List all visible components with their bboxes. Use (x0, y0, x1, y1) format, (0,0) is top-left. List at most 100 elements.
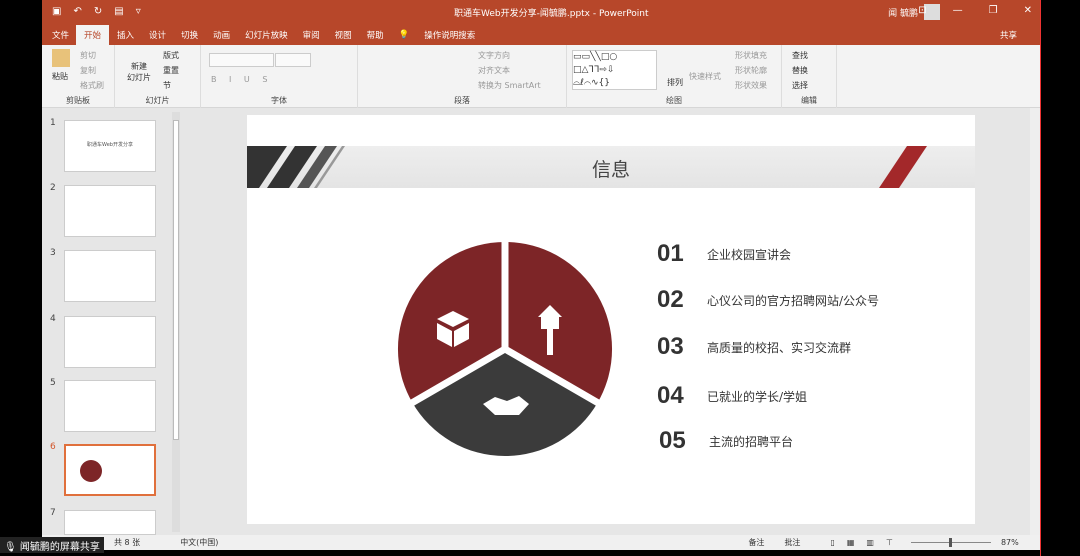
group-label: 幻灯片 (145, 96, 170, 105)
slide-thumbnail[interactable]: 职通车Web开发分享 (64, 120, 156, 172)
layout-button[interactable]: 版式 (163, 50, 179, 61)
quick-styles-button[interactable]: 快速样式 (689, 71, 721, 82)
find-button[interactable]: 查找 (792, 50, 808, 61)
present-icon[interactable]: ▤ (114, 6, 123, 17)
group-label: 剪贴板 (66, 96, 90, 105)
thumbnail-scrollbar[interactable] (172, 112, 180, 532)
font-size-select[interactable] (275, 53, 311, 67)
tab-review[interactable]: 审阅 (303, 29, 320, 41)
shapes-gallery[interactable]: ▭▭╲╲□○ □△ᒣᒣ⇨⇩ ⌓ℓ⌒∿{} (572, 50, 657, 90)
item-text: 高质量的校招、实习交流群 (707, 340, 852, 355)
smartart-button[interactable]: 转换为 SmartArt (478, 80, 541, 91)
slide-thumbnail[interactable] (64, 510, 156, 535)
tab-file[interactable]: 文件 (52, 29, 69, 41)
text-direction-button[interactable]: 文字方向 (478, 50, 510, 61)
editor-scrollbar[interactable] (1030, 108, 1040, 535)
notes-button[interactable]: 备注 (748, 537, 764, 548)
item-text: 企业校园宣讲会 (707, 247, 792, 262)
tab-design[interactable]: 设计 (149, 29, 166, 41)
reset-button[interactable]: 重置 (163, 65, 179, 76)
slide-thumbnail[interactable] (64, 250, 156, 302)
group-editing: 查找 替换 选择 编辑 (782, 45, 837, 108)
language-indicator[interactable]: 中文(中国) (180, 537, 218, 548)
tab-transitions[interactable]: 切换 (181, 29, 198, 41)
group-paragraph: 文字方向 对齐文本 转换为 SmartArt 段落 (358, 45, 567, 108)
quick-access-toolbar: ▣ ↶ ↻ ▤ ▿ (52, 6, 141, 17)
item-text: 已就业的学长/学姐 (707, 389, 808, 404)
group-clipboard: 粘贴 剪切 复制 格式刷 剪贴板 (42, 45, 115, 108)
share-button[interactable]: 共享 (1000, 29, 1017, 41)
item-text: 主流的招聘平台 (709, 434, 794, 449)
list-item: 01 企业校园宣讲会 (657, 240, 791, 268)
zoom-level[interactable]: 87% (1001, 538, 1019, 547)
format-painter-button[interactable]: 格式刷 (80, 80, 104, 91)
undo-icon[interactable]: ↶ (73, 6, 81, 17)
list-item: 04 已就业的学长/学姐 (657, 382, 807, 410)
tab-help[interactable]: 帮助 (367, 29, 384, 41)
shape-fill-button[interactable]: 形状填充 (735, 50, 767, 61)
redo-icon[interactable]: ↻ (94, 6, 102, 17)
window-title: 职通车Web开发分享-闻毓鹏.pptx - PowerPoint (454, 9, 649, 19)
minimize-button[interactable]: — (953, 5, 963, 16)
copy-button[interactable]: 复制 (80, 65, 96, 76)
ribbon-tabs: 文件 开始 插入 设计 切换 动画 幻灯片放映 审阅 视图 帮助 💡 操作说明搜… (42, 25, 1040, 45)
thumbnail-number: 1 (50, 118, 56, 128)
item-number: 05 (659, 427, 686, 454)
lightbulb-icon: 💡 (398, 30, 410, 40)
save-icon[interactable]: ▣ (52, 6, 61, 17)
tab-view[interactable]: 视图 (335, 29, 352, 41)
thumbnail-number: 3 (50, 248, 56, 258)
comments-button[interactable]: 批注 (784, 537, 800, 548)
tell-me-search[interactable]: 操作说明搜索 (424, 29, 475, 41)
shape-outline-button[interactable]: 形状轮廓 (735, 65, 767, 76)
screen-share-indicator: 🎙 闻毓鹏的屏幕共享 (0, 537, 104, 553)
arrange-button[interactable]: 排列 (667, 77, 683, 88)
group-label: 绘图 (666, 96, 682, 105)
thumbnail-number: 6 (50, 442, 56, 452)
shape-effects-button[interactable]: 形状效果 (735, 80, 767, 91)
customize-icon[interactable]: ▿ (136, 6, 141, 17)
powerpoint-window: ▣ ↶ ↻ ▤ ▿ 职通车Web开发分享-闻毓鹏.pptx - PowerPoi… (42, 0, 1040, 550)
item-number: 04 (657, 382, 684, 409)
view-buttons[interactable]: ▯▦▥⊤ (830, 538, 905, 547)
font-format-buttons[interactable]: B I U S (211, 75, 272, 84)
align-text-button[interactable]: 对齐文本 (478, 65, 510, 76)
close-button[interactable]: ✕ (1024, 5, 1032, 16)
paste-button[interactable]: 粘贴 (52, 71, 68, 82)
status-bar: 共 8 张 中文(中国) 备注 批注 ▯▦▥⊤ 87% (42, 535, 1040, 550)
thumbnail-caption: 职通车Web开发分享 (87, 142, 133, 148)
replace-button[interactable]: 替换 (792, 65, 808, 76)
slide-count: 共 8 张 (114, 538, 141, 547)
slide-thumbnail[interactable] (64, 185, 156, 237)
group-slides: 新建 幻灯片 版式 重置 节 幻灯片 (115, 45, 201, 108)
group-label: 段落 (454, 96, 470, 105)
new-slide-button[interactable]: 新建 幻灯片 (127, 61, 151, 83)
tab-home[interactable]: 开始 (76, 25, 110, 45)
select-button[interactable]: 选择 (792, 80, 808, 91)
microphone-icon: 🎙 (4, 542, 17, 553)
restore-button[interactable]: ❐ (989, 5, 998, 16)
slide-thumbnails-panel: 1 职通车Web开发分享 2 3 4 5 6 7 (42, 108, 182, 535)
zoom-slider[interactable] (910, 538, 991, 547)
ribbon: 粘贴 剪切 复制 格式刷 剪贴板 新建 幻灯片 版式 重置 节 幻灯片 B I … (42, 45, 1040, 108)
share-border (1040, 0, 1041, 556)
group-label: 编辑 (801, 96, 817, 105)
paste-icon[interactable] (52, 49, 70, 67)
user-name[interactable]: 闻 毓鹏 (888, 6, 918, 19)
section-button[interactable]: 节 (163, 80, 171, 91)
cut-button[interactable]: 剪切 (80, 50, 96, 61)
tab-slideshow[interactable]: 幻灯片放映 (245, 29, 288, 41)
ribbon-display-icon[interactable]: ⊡ (918, 5, 926, 16)
item-text: 心仪公司的官方招聘网站/公众号 (707, 293, 880, 308)
item-number: 03 (657, 333, 684, 360)
item-number: 02 (657, 286, 684, 313)
slide-thumbnail[interactable] (64, 316, 156, 368)
tab-animations[interactable]: 动画 (213, 29, 230, 41)
slide-title: 信息 (591, 159, 630, 181)
group-font: B I U S 字体 (201, 45, 358, 108)
slide-thumbnail-selected[interactable] (64, 444, 156, 496)
tab-insert[interactable]: 插入 (117, 29, 134, 41)
title-bar: ▣ ↶ ↻ ▤ ▿ 职通车Web开发分享-闻毓鹏.pptx - PowerPoi… (42, 0, 1040, 25)
font-name-select[interactable] (209, 53, 274, 67)
slide-thumbnail[interactable] (64, 380, 156, 432)
